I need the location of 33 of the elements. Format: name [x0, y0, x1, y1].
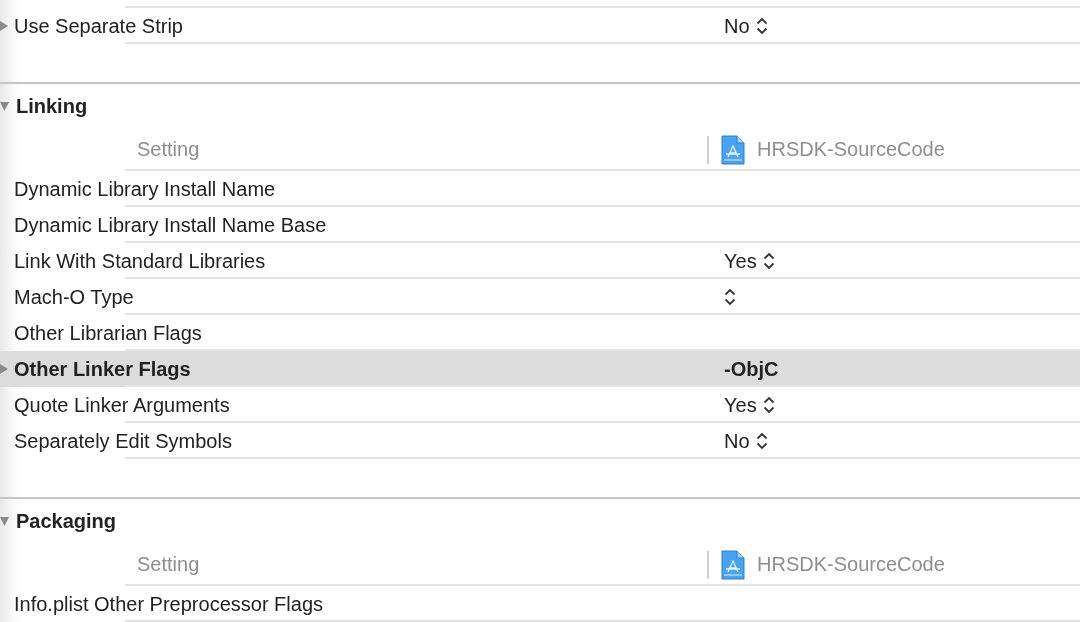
setting-name: Link With Standard Libraries: [14, 249, 267, 273]
setting-name: Mach-O Type: [14, 285, 135, 309]
setting-value[interactable]: -ObjC: [724, 357, 779, 381]
up-down-chevron-icon[interactable]: [762, 396, 775, 414]
setting-row[interactable]: Other Linker Flags -ObjC: [0, 351, 1080, 387]
disclosure-triangle-icon[interactable]: [0, 364, 8, 374]
column-header: Setting: [137, 138, 201, 161]
section-title: Linking: [16, 94, 88, 118]
target-header: HRSDK-SourceCode: [707, 550, 945, 579]
disclosure-triangle-icon[interactable]: [0, 516, 9, 526]
setting-name: Info.plist Other Preprocessor Flags: [14, 592, 324, 616]
disclosure-triangle-icon[interactable]: [0, 21, 8, 31]
app-document-icon: [721, 549, 745, 580]
setting-name: Other Librarian Flags: [14, 321, 203, 345]
setting-name: Dynamic Library Install Name Base: [14, 213, 328, 237]
up-down-chevron-icon[interactable]: [724, 288, 736, 306]
setting-name: Dynamic Library Install Name: [14, 177, 277, 201]
setting-name: Use Separate Strip: [14, 14, 184, 38]
popup-value[interactable]: Yes: [724, 249, 757, 273]
up-down-chevron-icon[interactable]: [762, 252, 775, 270]
app-document-icon: [721, 134, 745, 165]
section-title: Packaging: [16, 509, 117, 533]
column-header: Setting: [137, 553, 201, 576]
popup-value[interactable]: No: [724, 429, 750, 453]
up-down-chevron-icon[interactable]: [755, 432, 768, 450]
setting-name: Separately Edit Symbols: [14, 429, 233, 453]
setting-name: Quote Linker Arguments: [14, 393, 231, 417]
disclosure-triangle-icon[interactable]: [0, 101, 9, 111]
target-header: HRSDK-SourceCode: [707, 135, 945, 164]
popup-value[interactable]: Yes: [724, 393, 757, 417]
setting-name: Other Linker Flags: [14, 357, 192, 381]
popup-value[interactable]: No: [724, 14, 750, 38]
up-down-chevron-icon[interactable]: [755, 17, 768, 35]
